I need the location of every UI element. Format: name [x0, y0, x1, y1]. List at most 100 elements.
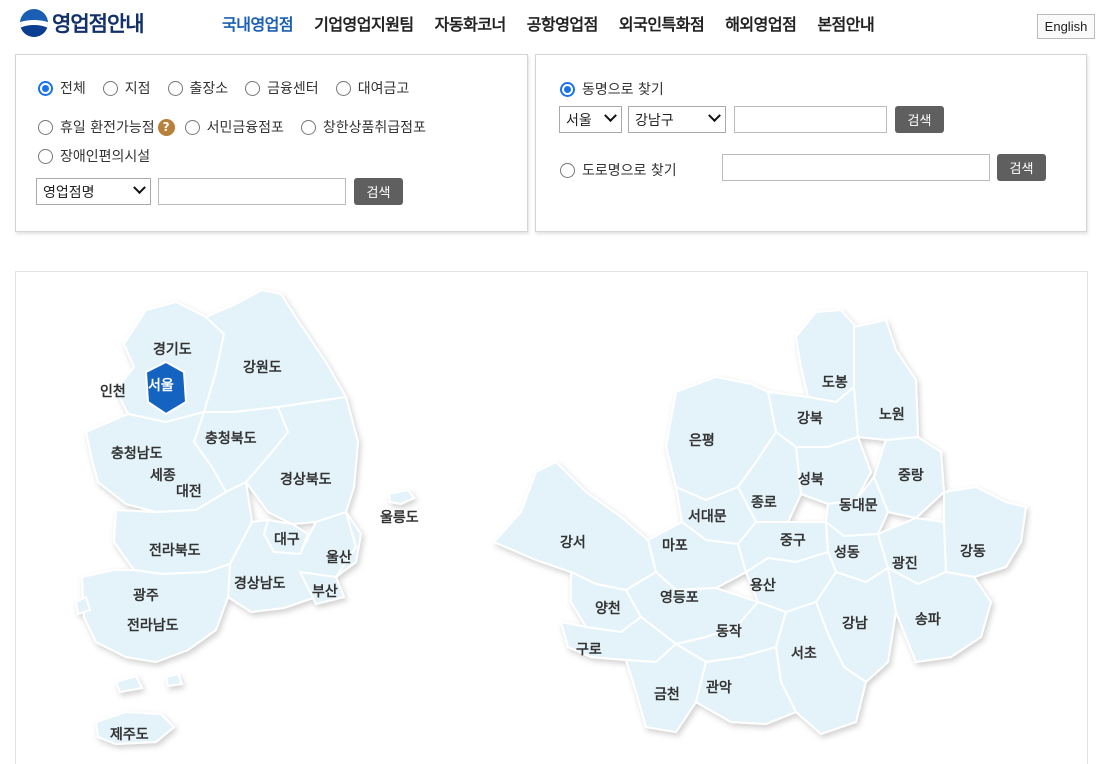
- dong-search-row: 동명으로 찾기: [560, 79, 681, 99]
- label-sejong[interactable]: 세종: [150, 468, 176, 484]
- label-chungbuk[interactable]: 충청북도: [205, 431, 257, 447]
- radio-financial-center[interactable]: 금융센터: [245, 78, 319, 98]
- label-jung[interactable]: 중구: [780, 533, 806, 549]
- map-island-3: [164, 672, 184, 688]
- label-chungnam[interactable]: 충청남도: [111, 445, 163, 462]
- label-yeongdeungpo[interactable]: 영등포: [660, 589, 699, 606]
- label-seongdong[interactable]: 성동: [834, 545, 860, 561]
- radio-road-search[interactable]: 도로명으로 찾기: [560, 160, 677, 180]
- road-search-button[interactable]: 검색: [997, 154, 1046, 181]
- label-gangwon[interactable]: 강원도: [243, 359, 282, 376]
- label-nowon[interactable]: 노원: [879, 407, 905, 423]
- label-gyeongbuk[interactable]: 경상북도: [280, 471, 332, 488]
- label-gangbuk[interactable]: 강북: [797, 410, 823, 427]
- nav-atm-corner[interactable]: 자동화코너: [435, 11, 507, 35]
- label-yangcheon[interactable]: 양천: [595, 601, 621, 617]
- map-gangdong[interactable]: [943, 485, 1028, 579]
- map-jeonnam[interactable]: [80, 562, 232, 664]
- label-seongbuk[interactable]: 성북: [798, 472, 824, 488]
- chevron-down-icon: [708, 109, 721, 123]
- label-mapo[interactable]: 마포: [662, 538, 688, 554]
- nav-headquarters[interactable]: 본점안내: [817, 11, 874, 35]
- map-gangwon[interactable]: [202, 288, 348, 413]
- radio-branch[interactable]: 지점: [102, 78, 151, 98]
- label-jeonnam[interactable]: 전라남도: [127, 617, 179, 634]
- label-gyeonggi[interactable]: 경기도: [153, 341, 192, 358]
- dong-search-button[interactable]: 검색: [895, 106, 944, 133]
- road-search-row: 도로명으로 찾기: [560, 160, 694, 180]
- branch-type-row-3: 장애인편의시설: [38, 146, 167, 166]
- label-incheon[interactable]: 인천: [100, 383, 126, 400]
- road-name-input[interactable]: [722, 154, 990, 181]
- english-button[interactable]: English: [1037, 14, 1095, 39]
- label-gangdong[interactable]: 강동: [960, 543, 986, 560]
- label-seodaemun[interactable]: 서대문: [688, 509, 727, 525]
- label-daejeon[interactable]: 대전: [176, 483, 202, 500]
- radio-icon: [335, 80, 351, 96]
- label-jeju[interactable]: 제주도: [110, 727, 149, 743]
- search-button[interactable]: 검색: [354, 178, 403, 205]
- label-dongdaemun[interactable]: 동대문: [839, 498, 878, 514]
- nav-domestic-branch[interactable]: 국내영업점: [222, 11, 294, 35]
- seoul-map: [492, 308, 1028, 736]
- branch-type-row-2: 휴일 환전가능점 ? 서민금융점포 창한상품취급점포: [38, 117, 443, 137]
- city-select[interactable]: 서울: [559, 106, 622, 133]
- map-panel: 경기도 강원도 인천 서울 충청북도 충청남도 세종 대전 경상북도 울릉도 대…: [15, 271, 1088, 764]
- help-icon[interactable]: ?: [157, 118, 175, 136]
- radio-startup-product[interactable]: 창한상품취급점포: [300, 117, 426, 137]
- map-gangseo[interactable]: [492, 460, 658, 592]
- logo[interactable]: 영업점안내: [20, 8, 145, 38]
- label-geumcheon[interactable]: 금천: [654, 687, 680, 703]
- korea-map: [74, 288, 416, 746]
- radio-checked-icon: [38, 80, 53, 96]
- region-maps: 경기도 강원도 인천 서울 충청북도 충청남도 세종 대전 경상북도 울릉도 대…: [74, 288, 1028, 746]
- nav-foreigner-branch[interactable]: 외국인특화점: [619, 11, 705, 35]
- dong-name-input[interactable]: [734, 106, 887, 133]
- radio-icon: [560, 162, 575, 178]
- label-gwangjin[interactable]: 광진: [892, 555, 918, 572]
- label-yongsan[interactable]: 용산: [750, 577, 776, 594]
- radio-microfinance[interactable]: 서민금융점포: [184, 117, 284, 137]
- label-ulleung[interactable]: 울릉도: [380, 509, 419, 526]
- label-songpa[interactable]: 송파: [915, 612, 941, 628]
- radio-accessibility[interactable]: 장애인편의시설: [38, 146, 150, 166]
- label-daegu[interactable]: 대구: [274, 532, 300, 548]
- label-seocho[interactable]: 서초: [791, 646, 817, 662]
- radio-icon: [245, 80, 261, 96]
- address-search-panel: 동명으로 찾기 서울 강남구 검색 도로명으로 찾기 검색: [535, 54, 1087, 232]
- label-seoul[interactable]: 서울: [148, 377, 174, 394]
- label-ulsan[interactable]: 울산: [326, 549, 352, 566]
- label-dongjak[interactable]: 동작: [716, 623, 742, 640]
- label-eunpyeong[interactable]: 은평: [689, 432, 715, 449]
- branch-name-input[interactable]: [158, 178, 346, 205]
- search-field-select[interactable]: 영업점명: [36, 178, 151, 205]
- radio-safe-deposit[interactable]: 대여금고: [335, 78, 409, 98]
- label-dobong[interactable]: 도봉: [822, 375, 848, 391]
- radio-icon: [38, 119, 53, 135]
- label-jeonbuk[interactable]: 전라북도: [149, 542, 201, 559]
- radio-icon: [184, 119, 200, 135]
- radio-dong-search[interactable]: 동명으로 찾기: [560, 79, 664, 99]
- header: 영업점안내 국내영업점 기업영업지원팀 자동화코너 공항영업점 외국인특화점 해…: [0, 0, 1104, 48]
- bank-logo-icon: [20, 9, 48, 37]
- map-ulleung[interactable]: [387, 488, 416, 506]
- nav-airport-branch[interactable]: 공항영업점: [527, 11, 599, 35]
- chevron-down-icon: [133, 181, 146, 195]
- district-select[interactable]: 강남구: [628, 106, 726, 133]
- radio-icon: [300, 119, 316, 135]
- radio-all[interactable]: 전체: [38, 78, 86, 98]
- label-jongno[interactable]: 종로: [751, 495, 777, 511]
- label-gangnam[interactable]: 강남: [842, 615, 868, 632]
- nav-overseas-branch[interactable]: 해외영업점: [725, 11, 797, 35]
- label-gwangju[interactable]: 광주: [133, 587, 159, 604]
- radio-sub-branch[interactable]: 출장소: [167, 78, 228, 98]
- label-jungnang[interactable]: 중랑: [898, 468, 924, 484]
- label-guro[interactable]: 구로: [576, 642, 602, 658]
- radio-holiday-exchange[interactable]: 휴일 환전가능점: [38, 117, 155, 137]
- label-gangseo[interactable]: 강서: [560, 534, 586, 551]
- label-gwanak[interactable]: 관악: [706, 679, 732, 696]
- label-busan[interactable]: 부산: [312, 583, 338, 600]
- label-gyeongnam[interactable]: 경상남도: [234, 575, 286, 592]
- radio-checked-icon: [560, 81, 575, 97]
- nav-corporate-support[interactable]: 기업영업지원팀: [314, 11, 414, 35]
